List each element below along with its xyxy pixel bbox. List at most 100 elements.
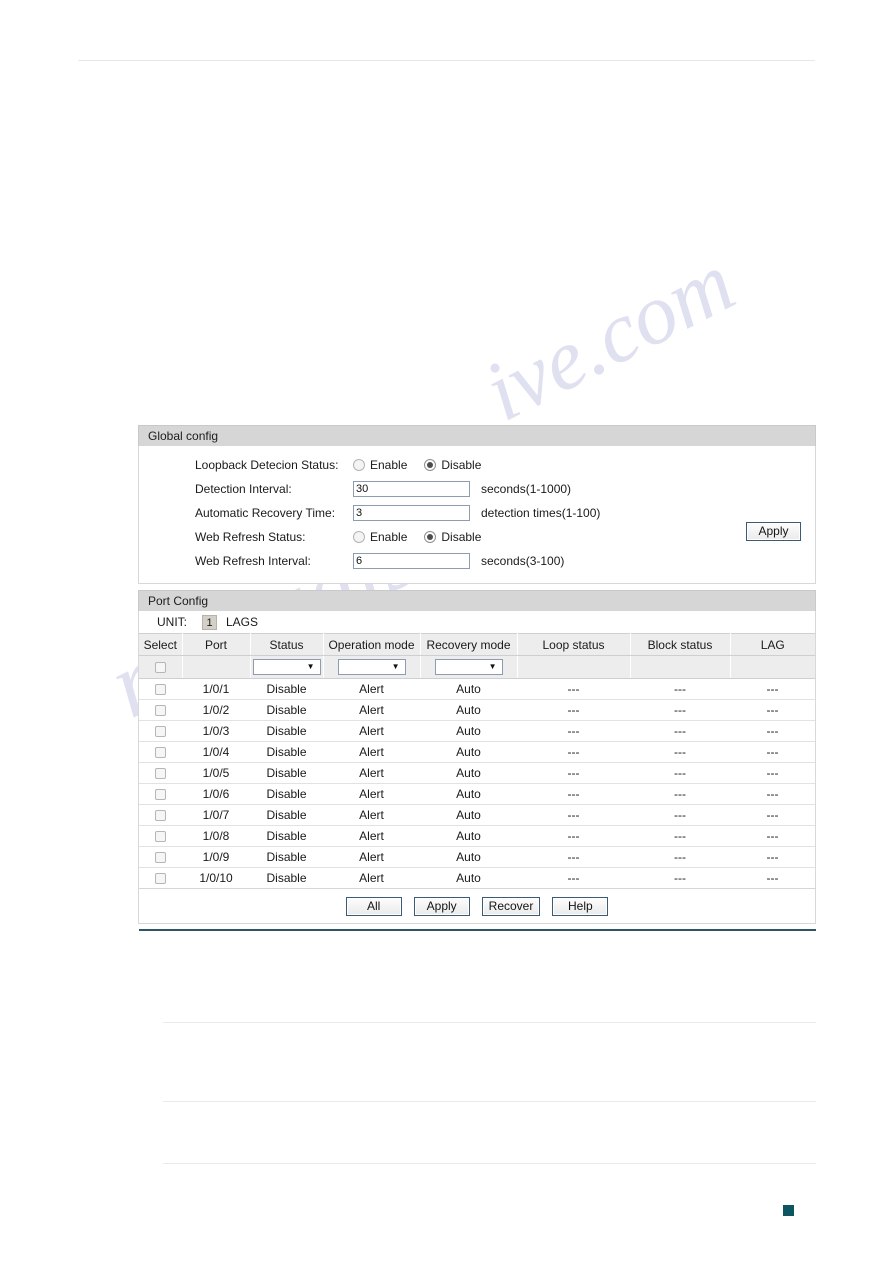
global-config-panel: Global config Loopback Detecion Status: … bbox=[138, 425, 816, 584]
port-config-button-bar: All Apply Recover Help bbox=[139, 889, 815, 923]
cell-port: 1/0/9 bbox=[182, 846, 250, 868]
cell-lag: --- bbox=[730, 678, 815, 700]
cell-loop-status: --- bbox=[517, 867, 630, 889]
cell-operation-mode: Alert bbox=[323, 699, 420, 721]
web-refresh-interval-input[interactable] bbox=[353, 553, 470, 569]
row-select-cell bbox=[139, 804, 182, 826]
global-config-body: Loopback Detecion Status: Enable Disable… bbox=[138, 446, 816, 584]
row-select-checkbox[interactable] bbox=[155, 768, 166, 780]
column-header-recovery-mode: Recovery mode bbox=[420, 633, 518, 656]
port-config-panel: Port Config UNIT: 1 LAGS Select Port Sta… bbox=[138, 590, 816, 924]
status-filter-select[interactable]: ▼ bbox=[252, 659, 321, 675]
chevron-down-icon: ▼ bbox=[488, 662, 497, 671]
cell-block-status: --- bbox=[630, 846, 730, 868]
table-filter-row: ▼ ▼ ▼ bbox=[139, 655, 815, 679]
row-select-cell bbox=[139, 825, 182, 847]
row-select-checkbox[interactable] bbox=[155, 810, 166, 822]
cell-block-status: --- bbox=[630, 783, 730, 805]
cell-block-status: --- bbox=[630, 867, 730, 889]
filter-loop-status-cell bbox=[517, 655, 631, 679]
radio-web-refresh-disable[interactable] bbox=[424, 531, 437, 543]
cell-operation-mode: Alert bbox=[323, 741, 420, 763]
cell-recovery-mode: Auto bbox=[420, 741, 517, 763]
row-select-checkbox[interactable] bbox=[155, 726, 166, 738]
row-web-refresh-status: Web Refresh Status: Enable Disable bbox=[139, 525, 815, 549]
radio-label-web-refresh-enable: Enable bbox=[370, 530, 408, 544]
cell-block-status: --- bbox=[630, 678, 730, 700]
column-header-select: Select bbox=[139, 633, 183, 656]
cell-recovery-mode: Auto bbox=[420, 804, 517, 826]
cell-operation-mode: Alert bbox=[323, 720, 420, 742]
cell-recovery-mode: Auto bbox=[420, 867, 517, 889]
row-detection-interval: Detection Interval: seconds(1-1000) bbox=[139, 477, 815, 501]
port-config-body: UNIT: 1 LAGS Select Port Status Operatio… bbox=[138, 611, 816, 924]
row-loopback-detection-status: Loopback Detecion Status: Enable Disable bbox=[139, 453, 815, 477]
chevron-down-icon: ▼ bbox=[306, 662, 315, 671]
row-select-cell bbox=[139, 678, 182, 700]
label-loopback-detection-status: Loopback Detecion Status: bbox=[195, 458, 339, 472]
row-select-cell bbox=[139, 867, 182, 889]
row-select-checkbox[interactable] bbox=[155, 705, 166, 717]
chevron-down-icon: ▼ bbox=[391, 662, 400, 671]
cell-loop-status: --- bbox=[517, 783, 630, 805]
cell-recovery-mode: Auto bbox=[420, 762, 517, 784]
row-automatic-recovery-time: Automatic Recovery Time: detection times… bbox=[139, 501, 815, 525]
unit-bar: UNIT: 1 LAGS bbox=[139, 611, 815, 633]
filter-block-status-cell bbox=[630, 655, 731, 679]
all-button[interactable]: All bbox=[345, 896, 402, 916]
cell-status: Disable bbox=[250, 699, 323, 721]
cell-block-status: --- bbox=[630, 825, 730, 847]
filter-operation-mode-cell: ▼ bbox=[323, 655, 421, 679]
cell-block-status: --- bbox=[630, 720, 730, 742]
cell-status: Disable bbox=[250, 846, 323, 868]
select-all-checkbox[interactable] bbox=[154, 662, 166, 674]
port-config-title: Port Config bbox=[138, 590, 816, 611]
row-select-checkbox[interactable] bbox=[155, 789, 166, 801]
global-config-title: Global config bbox=[138, 425, 816, 446]
cell-operation-mode: Alert bbox=[323, 846, 420, 868]
cell-operation-mode: Alert bbox=[323, 825, 420, 847]
detection-interval-input[interactable] bbox=[353, 481, 470, 497]
table-row: 1/0/8 Disable Alert Auto --- --- --- bbox=[139, 825, 815, 847]
label-web-refresh-interval: Web Refresh Interval: bbox=[195, 554, 311, 568]
apply-button[interactable]: Apply bbox=[413, 896, 470, 916]
radio-loopback-enable[interactable] bbox=[353, 459, 365, 471]
column-header-loop-status: Loop status bbox=[517, 633, 631, 656]
cell-status: Disable bbox=[250, 867, 323, 889]
recovery-mode-filter-select[interactable]: ▼ bbox=[434, 659, 503, 675]
automatic-recovery-time-input[interactable] bbox=[353, 505, 470, 521]
row-select-checkbox[interactable] bbox=[155, 684, 166, 696]
global-apply-button[interactable]: Apply bbox=[746, 522, 801, 541]
unit-tab-1[interactable]: 1 bbox=[202, 614, 217, 630]
watermark-right: ive.com bbox=[468, 233, 749, 440]
row-select-cell bbox=[139, 720, 182, 742]
label-detection-interval: Detection Interval: bbox=[195, 482, 292, 496]
port-config-table: Select Port Status Operation mode Recove… bbox=[139, 633, 815, 889]
recover-button[interactable]: Recover bbox=[481, 896, 541, 916]
page-separator-rule-1 bbox=[163, 1022, 816, 1023]
row-select-cell bbox=[139, 762, 182, 784]
operation-mode-filter-select[interactable]: ▼ bbox=[337, 659, 406, 675]
cell-lag: --- bbox=[730, 846, 815, 868]
radio-loopback-disable[interactable] bbox=[424, 459, 437, 471]
cell-block-status: --- bbox=[630, 741, 730, 763]
cell-port: 1/0/2 bbox=[182, 699, 250, 721]
cell-lag: --- bbox=[730, 867, 815, 889]
cell-operation-mode: Alert bbox=[323, 804, 420, 826]
column-header-status: Status bbox=[250, 633, 324, 656]
row-select-checkbox[interactable] bbox=[155, 747, 166, 759]
hint-web-refresh-interval: seconds(3-100) bbox=[481, 554, 565, 568]
row-select-checkbox[interactable] bbox=[155, 831, 166, 843]
unit-tab-lags[interactable]: LAGS bbox=[226, 615, 258, 629]
cell-port: 1/0/3 bbox=[182, 720, 250, 742]
row-select-checkbox[interactable] bbox=[155, 852, 166, 864]
help-button[interactable]: Help bbox=[552, 896, 609, 916]
filter-recovery-mode-cell: ▼ bbox=[420, 655, 518, 679]
cell-lag: --- bbox=[730, 762, 815, 784]
cell-loop-status: --- bbox=[517, 804, 630, 826]
radio-web-refresh-enable[interactable] bbox=[353, 531, 365, 543]
cell-lag: --- bbox=[730, 741, 815, 763]
cell-operation-mode: Alert bbox=[323, 867, 420, 889]
row-select-checkbox[interactable] bbox=[155, 873, 166, 885]
cell-operation-mode: Alert bbox=[323, 678, 420, 700]
